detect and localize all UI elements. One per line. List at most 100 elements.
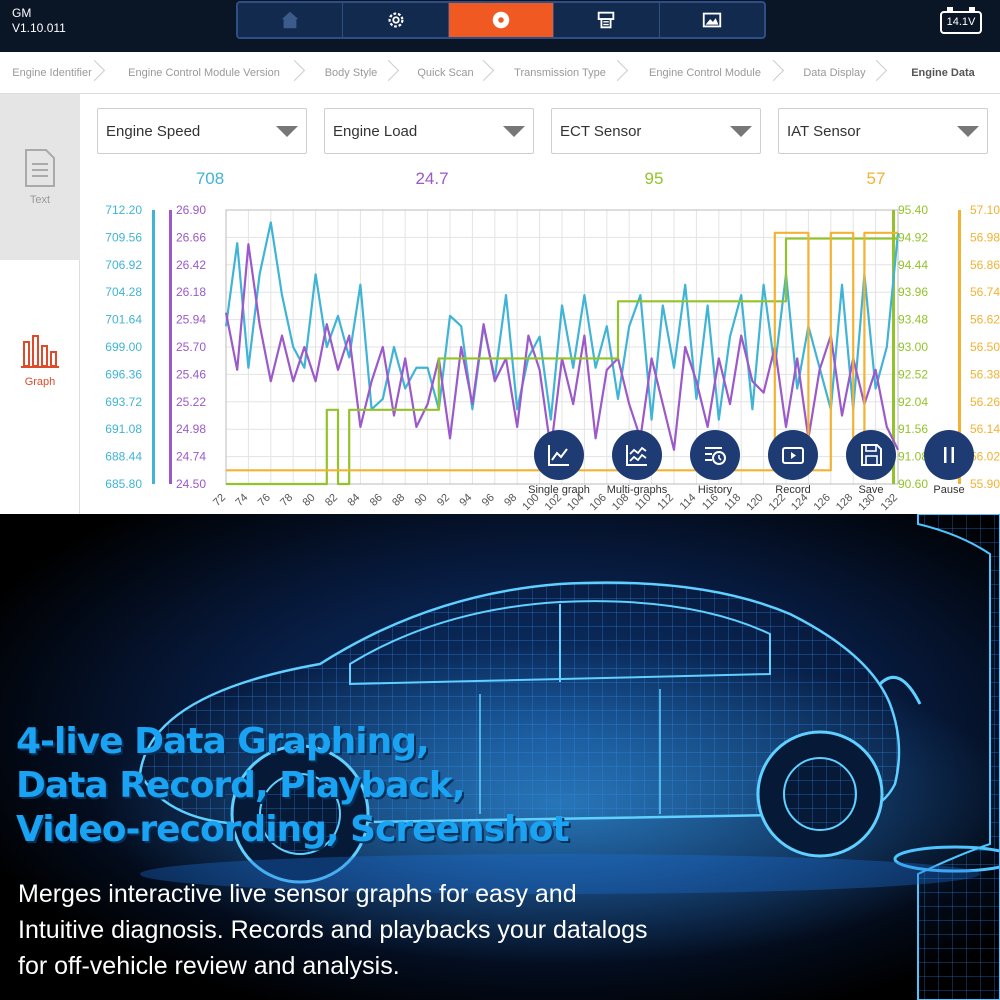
sensor-select-4[interactable]: IAT Sensor [778, 108, 988, 154]
y-tick-label: 26.18 [176, 285, 206, 299]
promo-headline: 4-live Data Graphing, Data Record, Playb… [16, 720, 570, 852]
y-tick-label: 701.64 [105, 313, 142, 327]
multi-graphs-button[interactable]: Multi-graphs [597, 430, 677, 496]
y-tick-label: 706.92 [105, 258, 142, 272]
sidebar-item-text[interactable]: Text [0, 94, 80, 260]
record-button[interactable]: Record [753, 430, 833, 496]
breadcrumb-item[interactable]: Body Style [304, 52, 398, 94]
tab-print[interactable] [554, 3, 660, 37]
promo-description: Merges interactive live sensor graphs fo… [18, 876, 818, 984]
history-button[interactable]: History [675, 430, 755, 496]
sensor-select-1[interactable]: Engine Speed [97, 108, 307, 154]
pause-icon [944, 447, 954, 463]
x-tick-label: 92 [435, 492, 452, 509]
document-icon [25, 149, 55, 187]
breadcrumb-item[interactable]: Quick Scan [398, 52, 493, 94]
sensor-select-2[interactable]: Engine Load [324, 108, 534, 154]
toolbar-label: History [697, 484, 733, 496]
multi-graph-icon [626, 445, 647, 466]
y-tick-label: 56.98 [970, 230, 1000, 244]
x-tick-label: 94 [457, 492, 474, 509]
x-tick-label: 88 [390, 492, 407, 509]
y-tick-label: 699.00 [105, 340, 142, 354]
description-line: Merges interactive live sensor graphs fo… [18, 880, 577, 908]
y-tick-label: 24.50 [176, 477, 206, 491]
data-stream-panel: Text Graph Engine Speed Engine Load ECT … [0, 94, 1000, 514]
y-tick-label: 709.56 [105, 230, 142, 244]
save-button[interactable]: Save [831, 430, 911, 496]
sidebar-item-label: Graph [24, 376, 56, 388]
history-icon [705, 447, 726, 465]
tab-gallery[interactable] [660, 3, 764, 37]
y-tick-label: 24.98 [176, 422, 206, 436]
breadcrumb-item[interactable]: Data Display [783, 52, 886, 94]
y-tick-label: 57.10 [970, 203, 1000, 217]
x-tick-label: 72 [211, 492, 228, 509]
breadcrumb-item[interactable]: Engine Control Module [627, 52, 783, 94]
single-graph-button[interactable]: Single graph [519, 430, 599, 496]
breadcrumb-item[interactable]: Engine Identifier [0, 52, 104, 94]
chevron-down-icon [503, 126, 525, 137]
sensor-current-value: 24.7 [415, 169, 449, 188]
main-tabs [236, 1, 766, 39]
description-line: for off-vehicle review and analysis. [18, 952, 400, 980]
breadcrumb-item[interactable]: Transmission Type [493, 52, 627, 94]
chevron-down-icon [957, 126, 979, 137]
y-tick-label: 24.74 [176, 450, 206, 464]
record-icon [492, 11, 510, 29]
breadcrumb: Engine Identifier Engine Control Module … [0, 52, 1000, 94]
y-tick-label: 56.38 [970, 367, 1000, 381]
y-tick-label: 92.04 [898, 395, 928, 409]
y-tick-label: 94.92 [898, 230, 928, 244]
sensor-current-value: 95 [644, 169, 664, 188]
breadcrumb-item[interactable]: Engine Control Module Version [104, 52, 304, 94]
y-tick-label: 696.36 [105, 367, 142, 381]
x-tick-label: 74 [233, 492, 250, 509]
vehicle-info: GM V1.10.011 [12, 6, 66, 36]
y-tick-label: 93.96 [898, 285, 928, 299]
x-tick-label: 82 [323, 492, 340, 509]
top-bar: GM V1.10.011 14.1V [0, 0, 1000, 52]
sensor-select-label: IAT Sensor [787, 123, 861, 140]
printer-icon [598, 11, 615, 29]
sidebar-item-graph[interactable]: Graph [0, 260, 80, 460]
battery-voltage: 14.1V [940, 11, 982, 34]
y-tick-label: 25.94 [176, 313, 206, 327]
y-tick-label: 26.66 [176, 230, 206, 244]
battery-indicator: 14.1V [940, 6, 986, 36]
save-icon [861, 444, 882, 466]
x-tick-label: 76 [256, 492, 273, 509]
x-tick-label: 84 [345, 492, 362, 509]
pause-button[interactable]: Pause [909, 430, 989, 496]
y-tick-label: 688.44 [105, 450, 142, 464]
toolbar-label: Multi-graphs [606, 484, 668, 496]
software-version: V1.10.011 [12, 21, 66, 35]
y-tick-label: 26.90 [176, 203, 206, 217]
sensor-select-3[interactable]: ECT Sensor [551, 108, 761, 154]
tab-record[interactable] [448, 3, 555, 37]
toolbar-label: Single graph [528, 484, 590, 496]
y-tick-label: 93.48 [898, 313, 928, 327]
tab-home[interactable] [238, 3, 344, 37]
y-tick-label: 94.44 [898, 258, 928, 272]
sensor-select-label: Engine Load [333, 123, 418, 140]
record-video-icon [782, 447, 804, 464]
y-tick-label: 685.80 [105, 477, 142, 491]
y-tick-label: 92.52 [898, 367, 928, 381]
y-tick-label: 56.62 [970, 313, 1000, 327]
y-tick-label: 25.22 [176, 395, 206, 409]
y-tick-label: 693.72 [105, 395, 142, 409]
breadcrumb-item-current: Engine Data [911, 66, 975, 79]
y-tick-label: 56.26 [970, 395, 1000, 409]
gear-icon [388, 12, 404, 28]
graph-icon [21, 335, 59, 368]
toolbar-label: Pause [933, 484, 965, 496]
y-tick-label: 25.46 [176, 367, 206, 381]
y-tick-label: 704.28 [105, 285, 142, 299]
x-tick-label: 86 [368, 492, 385, 509]
headline-line: 4-live Data Graphing, [16, 721, 430, 762]
home-icon [281, 11, 299, 29]
tab-settings[interactable] [343, 3, 449, 37]
chevron-down-icon [276, 126, 298, 137]
x-tick-label: 90 [413, 492, 430, 509]
